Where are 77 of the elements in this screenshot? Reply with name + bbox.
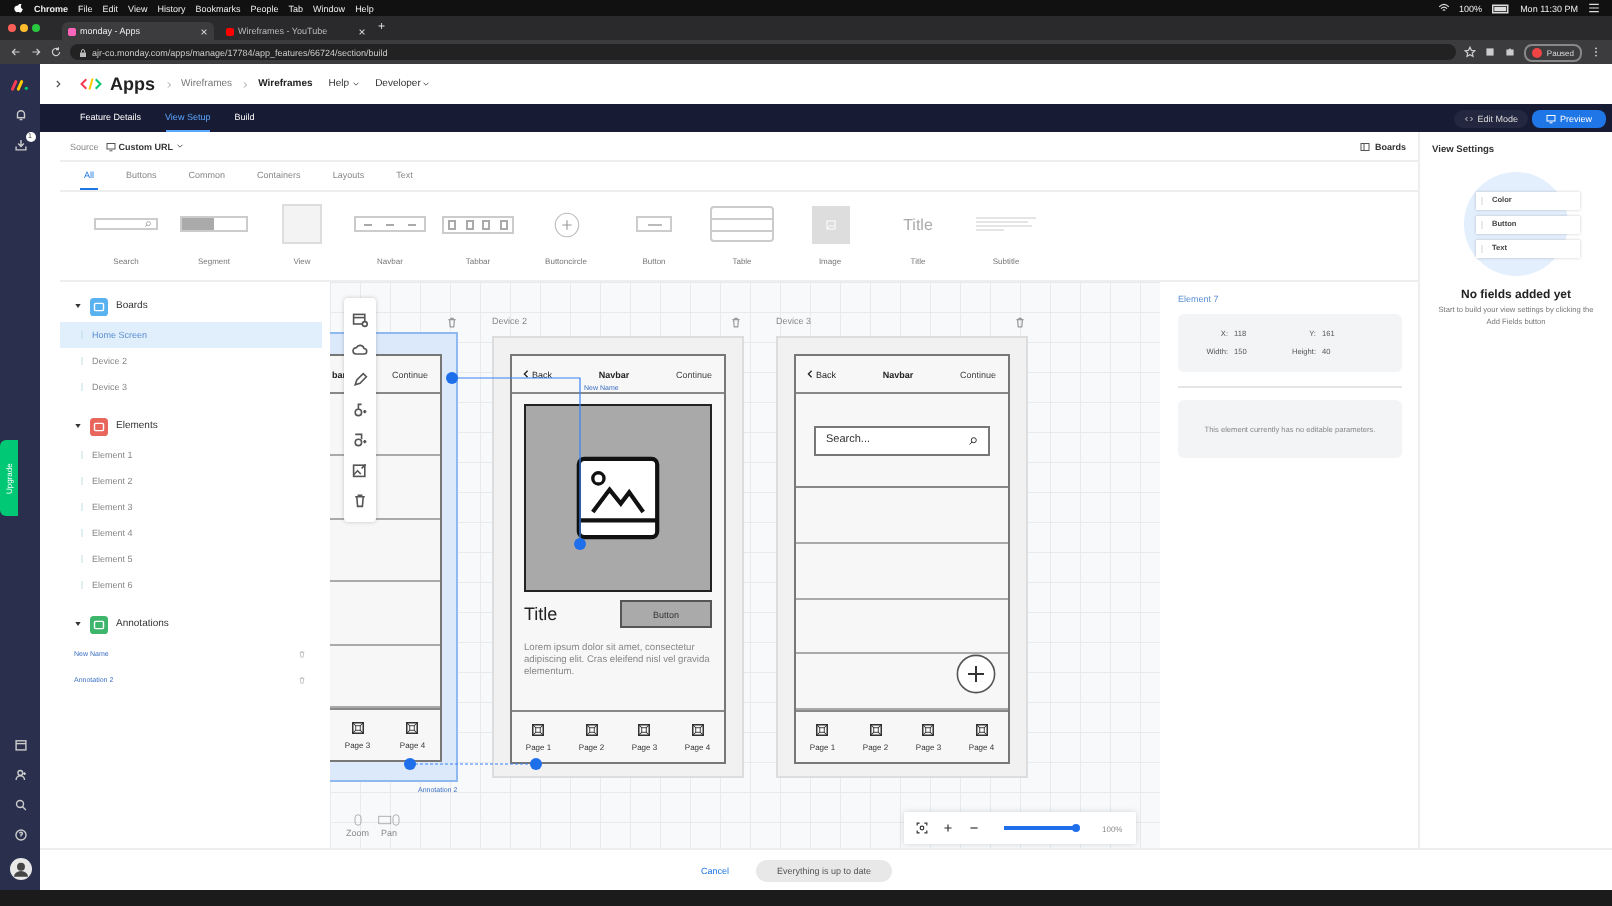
- placeholder-icon: [638, 723, 651, 735]
- chevron-down-icon: [351, 80, 360, 88]
- reload-icon[interactable]: [50, 46, 62, 58]
- search-icon[interactable]: [13, 798, 27, 812]
- close-icon[interactable]: [358, 27, 366, 35]
- chevron-right-icon[interactable]: [52, 78, 64, 90]
- placeholder-icon: [869, 723, 882, 735]
- pencil-icon[interactable]: [352, 372, 368, 388]
- plus-circle-button[interactable]: [956, 654, 996, 694]
- image-icon: [825, 219, 835, 229]
- image-icon: [576, 456, 660, 540]
- forward-icon[interactable]: [30, 46, 42, 58]
- board-icon: [1360, 141, 1371, 151]
- search-thumbnail[interactable]: [94, 218, 158, 230]
- help-icon[interactable]: [13, 828, 27, 842]
- wifi-icon[interactable]: [1437, 2, 1450, 14]
- logo-icon[interactable]: [10, 78, 30, 92]
- placeholder-icon: [351, 721, 364, 733]
- caret-icon[interactable]: [74, 422, 82, 430]
- placeholder-icon: [585, 723, 598, 735]
- code-icon: [80, 76, 102, 92]
- zoom-out-icon[interactable]: [968, 822, 980, 834]
- placeholder-icon: [691, 723, 704, 735]
- chevron-left-icon: [806, 370, 814, 378]
- chevron-down-icon: [422, 80, 431, 88]
- star-icon[interactable]: [1464, 46, 1477, 58]
- search-icon: [144, 220, 152, 228]
- apple-icon[interactable]: [12, 2, 24, 14]
- title-text: Title: [524, 604, 558, 624]
- chevron-right-icon: [240, 79, 251, 89]
- battery-icon[interactable]: [1492, 3, 1511, 13]
- annotation-connector[interactable]: [446, 372, 588, 552]
- fit-screen-icon[interactable]: [916, 822, 928, 834]
- close-icon[interactable]: [200, 27, 208, 35]
- placeholder-icon: [816, 723, 829, 735]
- cloud-icon[interactable]: [352, 342, 368, 358]
- button-thumbnail[interactable]: [636, 216, 672, 232]
- chevron-right-icon: [163, 79, 173, 89]
- image-thumbnail[interactable]: [811, 205, 849, 243]
- placeholder-icon: [922, 723, 935, 735]
- navbar-thumbnail[interactable]: [354, 216, 426, 232]
- placeholder-icon: [532, 723, 545, 735]
- mouse-icon: [351, 814, 364, 826]
- view-thumbnail[interactable]: [282, 204, 322, 244]
- lock-icon: [78, 47, 88, 57]
- keyboard-mouse-icon: [377, 814, 402, 826]
- calendar-icon[interactable]: [13, 738, 27, 752]
- search-icon: [968, 435, 978, 445]
- page-title: Apps: [110, 74, 155, 94]
- table-thumbnail[interactable]: [710, 206, 774, 242]
- trash-icon[interactable]: [352, 492, 368, 508]
- inbox-icon[interactable]: [13, 138, 27, 152]
- placeholder-icon: [406, 721, 419, 733]
- segment-thumbnail[interactable]: [180, 216, 248, 232]
- caret-icon[interactable]: [74, 620, 82, 628]
- subtitle-thumbnail[interactable]: [976, 216, 1036, 232]
- placeholder-icon: [975, 723, 988, 735]
- puzzle-icon[interactable]: [1504, 46, 1517, 58]
- zoom-in-icon[interactable]: [942, 822, 954, 834]
- tabbar-thumbnail[interactable]: [442, 215, 514, 233]
- menu-icon[interactable]: [1588, 2, 1600, 14]
- code-icon: [1463, 113, 1474, 123]
- person-add-icon[interactable]: [13, 768, 27, 782]
- bell-icon[interactable]: [13, 108, 27, 122]
- back-icon[interactable]: [10, 46, 22, 58]
- link-add-icon[interactable]: [352, 432, 368, 448]
- monitor-icon: [1545, 113, 1556, 123]
- extension-icon[interactable]: [1484, 46, 1497, 58]
- monitor-icon: [106, 141, 117, 151]
- screen-add-icon[interactable]: [352, 312, 368, 328]
- plus-circle-thumbnail[interactable]: [553, 211, 579, 237]
- avatar[interactable]: [9, 858, 31, 880]
- chevron-down-icon: [175, 142, 184, 150]
- image-edit-icon[interactable]: [352, 462, 368, 478]
- link-add-icon[interactable]: [352, 402, 368, 418]
- caret-icon[interactable]: [74, 302, 82, 310]
- chevron-left-icon: [522, 370, 530, 378]
